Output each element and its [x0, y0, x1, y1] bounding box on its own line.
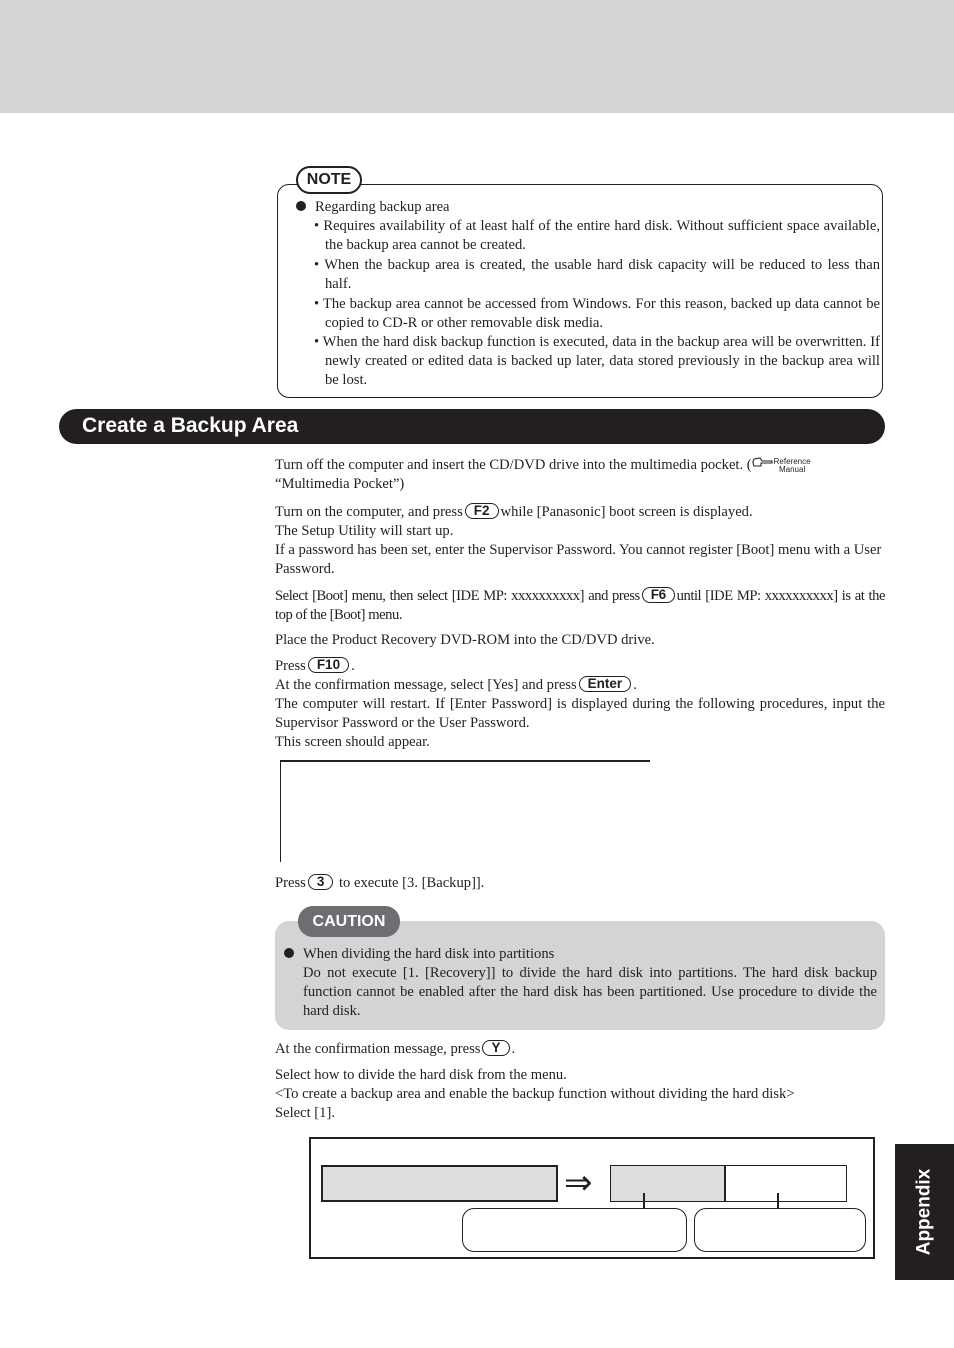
reference-manual-label: Reference Manual [773, 456, 811, 474]
note-item: • Requires availability of at least half… [314, 218, 880, 253]
caution-text: Do not execute [1. [Recovery]] to divide… [303, 965, 877, 1019]
disk-before-bar [321, 1165, 558, 1202]
bullet-icon [296, 201, 306, 211]
callout-usable-area [462, 1208, 687, 1252]
key-y: Y [482, 1040, 510, 1056]
step-5: Press F10. At the confirmation message, s… [275, 657, 885, 750]
key-3: 3 [307, 874, 334, 890]
callout-connector [777, 1193, 779, 1208]
callout-connector [643, 1193, 645, 1208]
caution-heading: When dividing the hard disk into partiti… [284, 945, 554, 964]
key-f2: F2 [464, 503, 499, 519]
key-f6: F6 [641, 587, 675, 603]
right-double-arrow-icon: ⇒ [564, 1163, 593, 1203]
step-4: Place the Product Recovery DVD-ROM into … [275, 632, 655, 648]
step-2: Turn on the computer, and press F2 while [… [275, 503, 882, 577]
step-6: Press 3 to execute [3. [Backup]]. [275, 874, 485, 891]
screen-image-frame [280, 760, 650, 862]
key-f10: F10 [307, 657, 350, 673]
note-item: • When the backup area is created, the u… [314, 257, 880, 292]
note-item: • The backup area cannot be accessed fro… [314, 296, 880, 331]
side-tab-label: Appendix [913, 1168, 935, 1256]
key-enter: Enter [578, 676, 632, 692]
step-8: Select how to divide the hard disk from … [275, 1067, 795, 1121]
note-item: • When the hard disk backup function is … [314, 334, 880, 388]
disk-partition-backup [726, 1165, 847, 1202]
note-label: NOTE [296, 166, 362, 194]
note-heading: Regarding backup area [296, 198, 450, 217]
caution-label: CAUTION [298, 906, 400, 937]
hand-pointer-icon [752, 456, 774, 475]
section-title: Create a Backup Area [82, 414, 299, 437]
callout-backup-area [694, 1208, 866, 1252]
bullet-icon [284, 948, 294, 958]
step-1: Turn off the computer and insert the CD/… [275, 456, 811, 493]
step-7: At the confirmation message, press Y. [275, 1040, 516, 1057]
header-band [0, 0, 954, 113]
step-3: Select [Boot] menu, then select [IDE MP:… [275, 587, 885, 623]
disk-partition-usable [610, 1165, 726, 1202]
